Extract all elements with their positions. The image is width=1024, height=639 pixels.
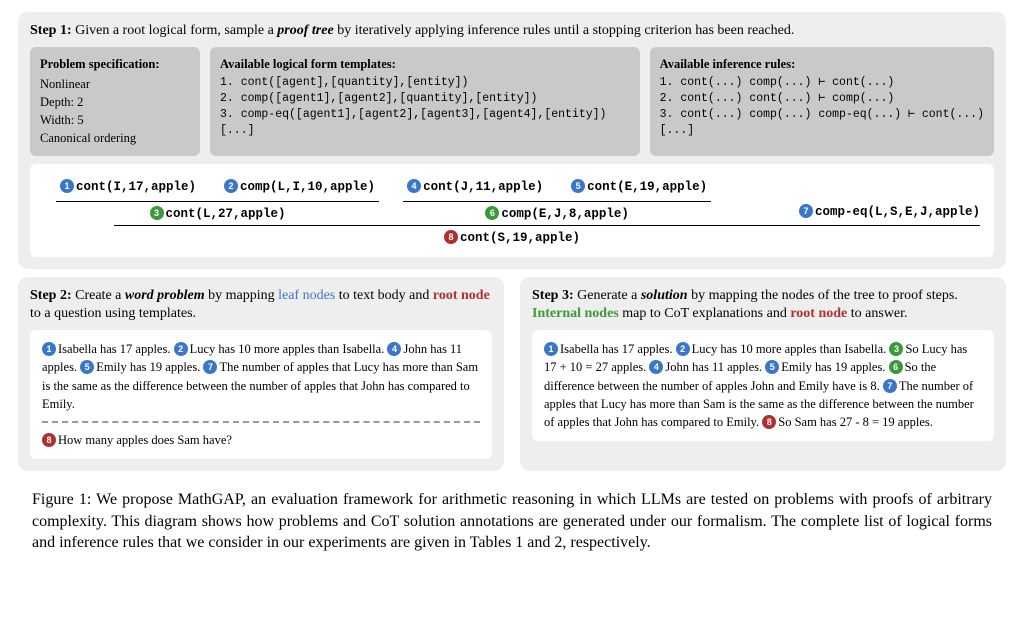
rules-title: Available inference rules: [660,55,984,73]
proof-tree: 1cont(I,17,apple) 2comp(L,I,10,apple) 3c… [30,164,994,257]
s2-badge-7-icon: 7 [203,360,217,374]
node-1: 1cont(I,17,apple) [60,177,196,196]
node-2: 2comp(L,I,10,apple) [224,177,375,196]
badge-5-icon: 5 [571,179,585,193]
s2-badge-8-icon: 8 [42,433,56,447]
step2-panel: Step 2: Create a word problem by mapping… [18,277,504,471]
badge-4-icon: 4 [407,179,421,193]
badge-6-icon: 6 [485,206,499,220]
s2-badge-5-icon: 5 [80,360,94,374]
templates-code: 1. cont([agent],[quantity],[entity]) 2. … [220,75,630,139]
step2-label: Step 2: [30,288,72,303]
rules-code: 1. cont(...) comp(...) ⊢ cont(...) 2. co… [660,75,984,139]
s3-badge-1-icon: 1 [544,342,558,356]
steps-2-3-row: Step 2: Create a word problem by mapping… [18,277,1006,479]
step3-label: Step 3: [532,288,574,303]
badge-2-icon: 2 [224,179,238,193]
spec-title: Problem specification: [40,55,190,73]
spec-line-1: Depth: 2 [40,93,190,111]
badge-3-icon: 3 [150,206,164,220]
node-7: 7comp-eq(L,S,E,J,apple) [799,202,980,221]
node-4: 4cont(J,11,apple) [407,177,543,196]
step1-desc-em: proof tree [277,23,333,38]
step2-header: Step 2: Create a word problem by mapping… [30,287,492,325]
spec-line-2: Width: 5 [40,111,190,129]
s3-badge-2-icon: 2 [676,342,690,356]
step1-label: Step 1: [30,23,72,38]
root-node-text-3: root node [790,306,847,321]
root-node-text: root node [433,288,490,303]
step3-body: 1Isabella has 17 apples. 2Lucy has 10 mo… [532,330,994,441]
step3-header: Step 3: Generate a solution by mapping t… [532,287,994,325]
spec-line-0: Nonlinear [40,75,190,93]
s2-badge-4-icon: 4 [387,342,401,356]
subtree-mid: 4cont(J,11,apple) 5cont(E,19,apple) 6com… [403,174,711,223]
step2-question: 8How many apples does Sam have? [42,421,480,449]
badge-1-icon: 1 [60,179,74,193]
step1-desc-tail: by iteratively applying inference rules … [334,23,795,38]
step1-desc-pre: Given a root logical form, sample a [75,23,277,38]
leaf-nodes-text: leaf nodes [278,288,335,303]
step1-header: Step 1: Given a root logical form, sampl… [30,22,994,41]
node-6: 6comp(E,J,8,apple) [403,204,711,223]
problem-spec-card: Problem specification: Nonlinear Depth: … [30,47,200,156]
figure-caption: Figure 1: We propose MathGAP, an evaluat… [32,489,992,554]
badge-7-icon: 7 [799,204,813,218]
s3-badge-4-icon: 4 [649,360,663,374]
spec-line-3: Canonical ordering [40,129,190,147]
s3-badge-7-icon: 7 [883,379,897,393]
step2-body: 1Isabella has 17 apples. 2Lucy has 10 mo… [30,330,492,459]
badge-8-icon: 8 [444,230,458,244]
internal-nodes-text: Internal nodes [532,306,619,321]
node-5: 5cont(E,19,apple) [571,177,707,196]
subtree-left: 1cont(I,17,apple) 2comp(L,I,10,apple) 3c… [56,174,379,223]
s3-badge-3-icon: 3 [889,342,903,356]
step1-panel: Step 1: Given a root logical form, sampl… [18,12,1006,269]
s2-badge-1-icon: 1 [42,342,56,356]
templates-title: Available logical form templates: [220,55,630,73]
node-3: 3cont(L,27,apple) [56,204,379,223]
node-8: 8cont(S,19,apple) [44,228,980,247]
rules-card: Available inference rules: 1. cont(...) … [650,47,994,156]
s3-badge-5-icon: 5 [765,360,779,374]
s3-badge-8-icon: 8 [762,415,776,429]
step1-cards-row: Problem specification: Nonlinear Depth: … [30,47,994,156]
s2-badge-2-icon: 2 [174,342,188,356]
templates-card: Available logical form templates: 1. con… [210,47,640,156]
s3-badge-6-icon: 6 [889,360,903,374]
step3-panel: Step 3: Generate a solution by mapping t… [520,277,1006,471]
subtree-right: 7comp-eq(L,S,E,J,apple) [799,202,980,223]
